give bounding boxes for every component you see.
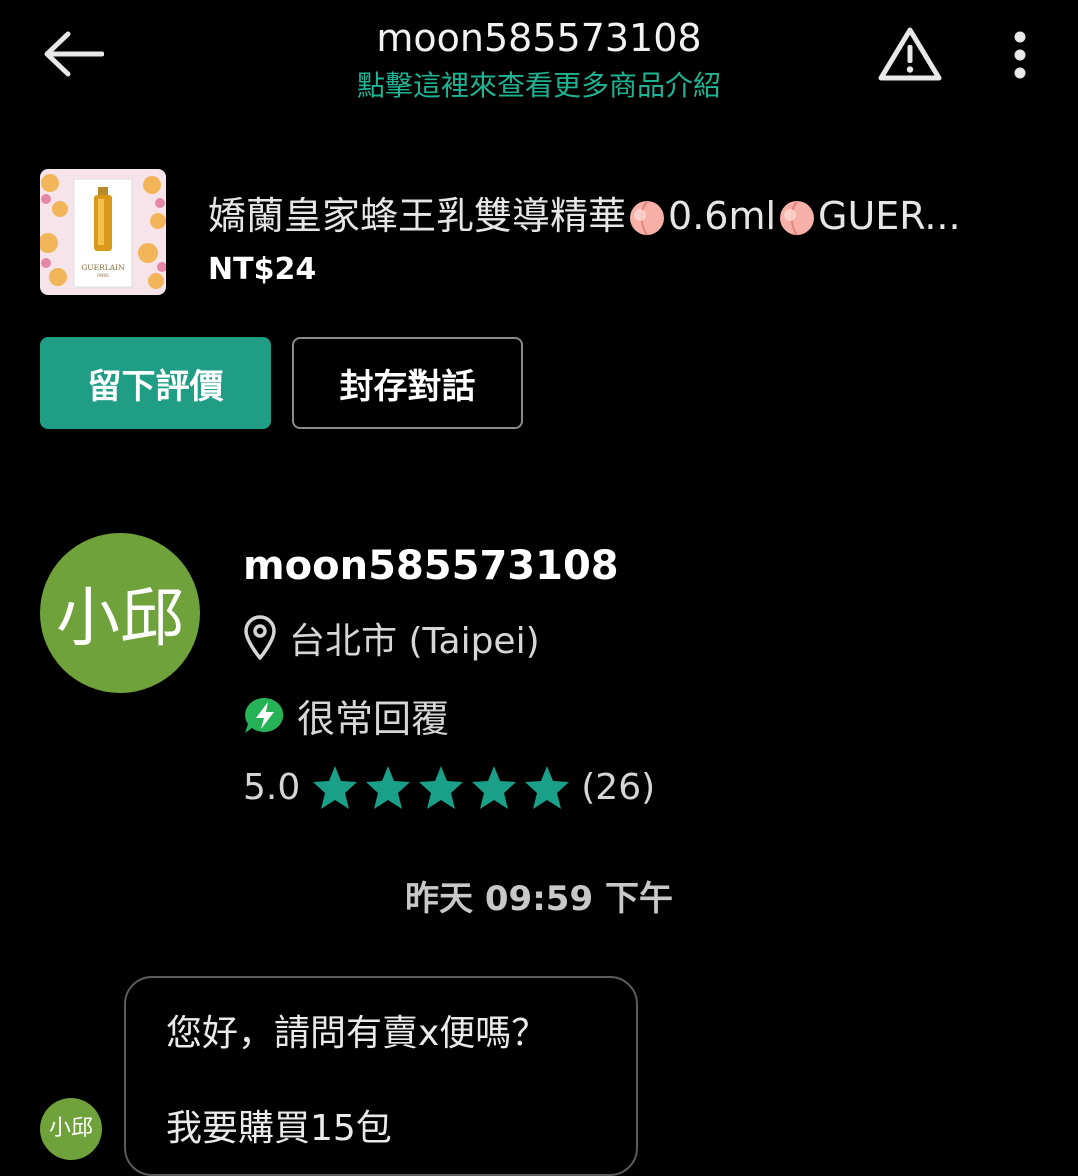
star-icon (366, 766, 411, 809)
product-name-part1: 嬌蘭皇家蜂王乳雙導精華 (208, 194, 627, 238)
message-line: 您好，請問有賣x便嗎？ (166, 1013, 548, 1054)
sender-avatar[interactable]: 小邱 (40, 1098, 102, 1160)
thumb-sub: PARIS (97, 273, 109, 278)
more-vertical-icon (1014, 31, 1026, 79)
message-line: 我要購買15包 (166, 1108, 392, 1149)
peach-icon (780, 201, 815, 236)
peach-icon (630, 201, 665, 236)
product-price: NT$24 (208, 252, 317, 287)
seller-name[interactable]: moon585573108 (243, 540, 619, 592)
product-name[interactable]: 嬌蘭皇家蜂王乳雙導精華 0.6ml GUER... (208, 190, 1038, 242)
location-text: 台北市 (Taipei) (289, 621, 540, 662)
message-bubble[interactable]: 您好，請問有賣x便嗎？ 我要購買15包 (124, 976, 638, 1176)
rating-value: 5.0 (243, 766, 301, 808)
leave-review-button[interactable]: 留下評價 (40, 337, 271, 429)
seller-avatar[interactable]: 小邱 (40, 533, 200, 693)
chat-timestamp: 昨天 09:59 下午 (405, 879, 673, 919)
more-options-button[interactable] (996, 24, 1044, 86)
location-pin-icon (244, 615, 276, 660)
thumb-brand: GUERLAIN (81, 263, 125, 272)
review-count: (26) (581, 766, 656, 808)
product-image: GUERLAIN PARIS (40, 169, 166, 295)
response-rate: 很常回覆 (243, 688, 449, 743)
star-icon (472, 766, 517, 809)
product-name-part3: GUER... (818, 194, 961, 238)
star-icon (313, 766, 358, 809)
star-icon (419, 766, 464, 809)
report-button[interactable] (874, 22, 946, 86)
star-icon (525, 766, 570, 809)
product-thumbnail[interactable]: GUERLAIN PARIS (40, 169, 166, 295)
seller-rating[interactable]: 5.0 (26) (243, 764, 655, 810)
response-text: 很常回覆 (297, 697, 450, 741)
warning-icon (878, 27, 942, 81)
lightning-chat-icon (245, 697, 284, 733)
seller-location: 台北市 (Taipei) (243, 612, 540, 664)
archive-conversation-button[interactable]: 封存對話 (292, 337, 523, 429)
product-name-part2: 0.6ml (668, 194, 777, 238)
